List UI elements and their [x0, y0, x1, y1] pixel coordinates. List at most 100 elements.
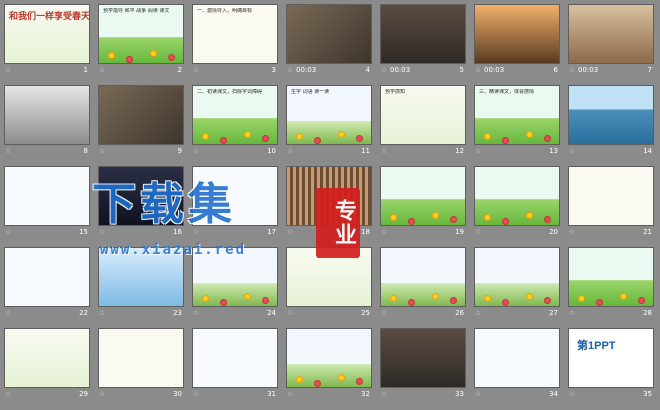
- slide-footer: ☆ 26: [380, 309, 466, 319]
- flower-decoration: [503, 300, 508, 305]
- flower-decoration: [451, 298, 456, 303]
- slide-preview: [568, 247, 654, 307]
- slide-footer: ☆ 28: [568, 309, 654, 319]
- slide-thumbnail[interactable]: ☆ 00:03 4: [284, 2, 374, 76]
- slide-text: 三、精读课文，体会感情: [479, 89, 535, 95]
- slide-thumbnail[interactable]: 预学感知 ☆ 12: [378, 83, 468, 157]
- slide-thumbnail[interactable]: ☆ 8: [2, 83, 92, 157]
- flower-decoration: [263, 298, 268, 303]
- slide-number: 34: [549, 390, 558, 398]
- slide-footer: ☆ 29: [4, 390, 90, 400]
- slide-number: 25: [361, 309, 370, 317]
- flower-decoration: [315, 381, 320, 386]
- slide-thumbnail[interactable]: ☆ 33: [378, 326, 468, 400]
- slide-thumbnail[interactable]: 三、精读课文，体会感情 ☆ 13: [472, 83, 562, 157]
- slide-thumbnail[interactable]: 第1PPT ☆ 35: [566, 326, 656, 400]
- slide-thumbnail[interactable]: 二、初读课文，扫除字词障碍 ☆ 10: [190, 83, 280, 157]
- slide-thumbnail[interactable]: ☆ 00:03 7: [566, 2, 656, 76]
- flower-decoration: [485, 215, 490, 220]
- slide-number: 18: [361, 228, 370, 236]
- flower-decoration: [527, 294, 532, 299]
- slide-timing: 00:03: [484, 66, 505, 74]
- slide-thumbnail[interactable]: ☆ 20: [472, 164, 562, 238]
- star-icon: ☆: [99, 309, 106, 317]
- slide-footer: ☆ 35: [568, 390, 654, 400]
- flower-decoration: [527, 213, 532, 218]
- flower-decoration: [203, 134, 208, 139]
- slide-preview: [380, 4, 466, 64]
- slide-preview: 和我们一样享受春天: [4, 4, 90, 64]
- star-icon: ☆: [5, 66, 12, 74]
- slide-footer: ☆ 8: [4, 147, 90, 157]
- slide-footer: ☆ 34: [474, 390, 560, 400]
- slide-number: 24: [267, 309, 276, 317]
- slide-number: 14: [643, 147, 652, 155]
- star-icon: ☆: [381, 390, 388, 398]
- slide-preview: [4, 247, 90, 307]
- star-icon: ☆: [381, 228, 388, 236]
- star-icon: ☆: [99, 147, 106, 155]
- flower-decoration: [263, 136, 268, 141]
- flower-decoration: [527, 132, 532, 137]
- slide-thumbnail[interactable]: ☆ 22: [2, 245, 92, 319]
- slide-number: 33: [455, 390, 464, 398]
- star-icon: ☆: [5, 228, 12, 236]
- flower-decoration: [357, 379, 362, 384]
- slide-footer: ☆ 31: [192, 390, 278, 400]
- flower-decoration: [503, 138, 508, 143]
- slide-footer: ☆ 30: [98, 390, 184, 400]
- slide-footer: ☆ 9: [98, 147, 184, 157]
- flower-decoration: [297, 134, 302, 139]
- slide-number: 32: [361, 390, 370, 398]
- slide-footer: ☆ 1: [4, 66, 90, 76]
- star-icon: ☆: [569, 147, 576, 155]
- slide-thumbnail[interactable]: ☆ 21: [566, 164, 656, 238]
- slide-footer: ☆ 10: [192, 147, 278, 157]
- slide-footer: ☆ 2: [98, 66, 184, 76]
- slide-thumbnail[interactable]: ☆ 31: [190, 326, 280, 400]
- flower-decoration: [203, 296, 208, 301]
- slide-thumbnail[interactable]: 和我们一样享受春天 ☆ 1: [2, 2, 92, 76]
- flower-decoration: [221, 138, 226, 143]
- slide-thumbnail[interactable]: ☆ 29: [2, 326, 92, 400]
- slide-number: 26: [455, 309, 464, 317]
- slide-preview: [474, 4, 560, 64]
- slide-thumbnail[interactable]: ☆ 14: [566, 83, 656, 157]
- slide-thumbnail[interactable]: ☆ 00:03 6: [472, 2, 562, 76]
- star-icon: ☆: [5, 390, 12, 398]
- slide-thumbnail[interactable]: ☆ 19: [378, 164, 468, 238]
- star-icon: ☆: [475, 390, 482, 398]
- slide-thumbnail[interactable]: ☆ 30: [96, 326, 186, 400]
- slide-number: 13: [549, 147, 558, 155]
- slide-thumbnail[interactable]: ☆ 34: [472, 326, 562, 400]
- star-icon: ☆: [287, 228, 294, 236]
- slide-footer: ☆ 19: [380, 228, 466, 238]
- slide-thumbnail[interactable]: ☆ 9: [96, 83, 186, 157]
- star-icon: ☆: [569, 66, 576, 74]
- slide-thumbnail[interactable]: 一、激情导入，明确目标 ☆ 3: [190, 2, 280, 76]
- star-icon: ☆: [569, 390, 576, 398]
- slide-number: 8: [83, 147, 88, 155]
- slide-thumbnail[interactable]: ☆ 00:03 5: [378, 2, 468, 76]
- slide-footer: ☆ 32: [286, 390, 372, 400]
- star-icon: ☆: [569, 228, 576, 236]
- slide-preview: [286, 4, 372, 64]
- slide-thumbnail[interactable]: ☆ 28: [566, 245, 656, 319]
- slide-preview: [568, 85, 654, 145]
- star-icon: ☆: [5, 147, 12, 155]
- slide-thumbnail[interactable]: ☆ 15: [2, 164, 92, 238]
- slide-number: 29: [79, 390, 88, 398]
- slide-thumbnail[interactable]: ☆ 32: [284, 326, 374, 400]
- slide-thumbnail[interactable]: 预学指导 和平 战争 阅读 课文 ☆ 2: [96, 2, 186, 76]
- flower-decoration: [339, 132, 344, 137]
- slide-thumbnail[interactable]: ☆ 26: [378, 245, 468, 319]
- slide-footer: ☆ 3: [192, 66, 278, 76]
- slide-timing: 00:03: [390, 66, 411, 74]
- slide-footer: ☆ 11: [286, 147, 372, 157]
- flower-decoration: [597, 300, 602, 305]
- slide-timing: 00:03: [296, 66, 317, 74]
- slide-thumbnail[interactable]: ☆ 27: [472, 245, 562, 319]
- slide-footer: ☆ 12: [380, 147, 466, 157]
- slide-thumbnail[interactable]: 生字 词语 读一读 ☆ 11: [284, 83, 374, 157]
- slide-preview: [380, 166, 466, 226]
